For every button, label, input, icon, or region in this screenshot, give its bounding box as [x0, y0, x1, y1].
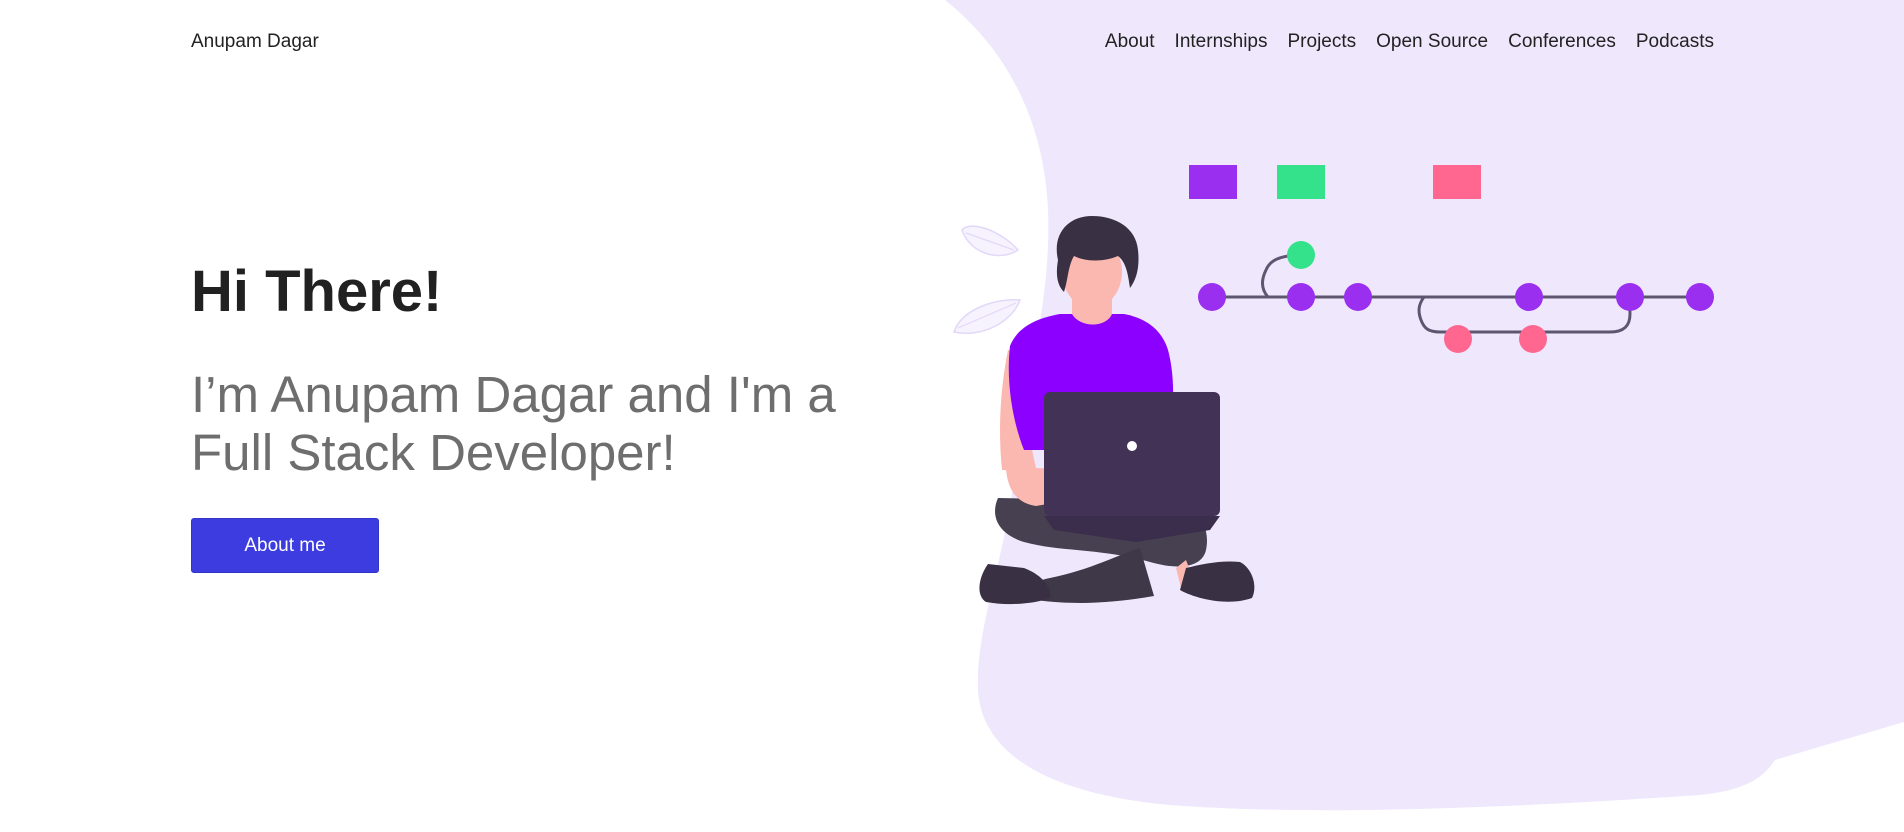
legend-square-pink [1433, 165, 1481, 199]
legend-square-purple [1189, 165, 1237, 199]
nav-links: About Internships Projects Open Source C… [1085, 31, 1714, 53]
nav-link-about[interactable]: About [1105, 31, 1155, 53]
nav-link-projects[interactable]: Projects [1288, 31, 1357, 53]
nav-link-internships[interactable]: Internships [1175, 31, 1268, 53]
hero-subtitle-line-1: I’m Anupam Dagar and I'm a [191, 366, 836, 423]
laptop-logo-icon [1127, 441, 1137, 451]
page: Anupam Dagar About Internships Projects … [0, 0, 1904, 832]
commit-node [1198, 283, 1226, 311]
commit-node [1287, 283, 1315, 311]
commit-node [1519, 325, 1547, 353]
leaf-bottom-icon [953, 299, 1022, 334]
developer-illustration [953, 165, 1714, 605]
commit-node [1287, 241, 1315, 269]
nav-link-podcasts[interactable]: Podcasts [1636, 31, 1714, 53]
commit-node [1686, 283, 1714, 311]
hero-section: Hi There! I’m Anupam Dagar and I'm a Ful… [191, 258, 911, 573]
developer-person [979, 216, 1255, 605]
hero-subtitle: I’m Anupam Dagar and I'm a Full Stack De… [191, 366, 911, 482]
hero-title: Hi There! [191, 259, 443, 324]
top-navbar: Anupam Dagar About Internships Projects … [0, 0, 1904, 88]
hero-subtitle-line-2: Full Stack Developer! [191, 424, 676, 481]
commit-node [1444, 325, 1472, 353]
commit-node [1344, 283, 1372, 311]
commit-node [1616, 283, 1644, 311]
leaf-top-icon [961, 225, 1020, 257]
brand-link[interactable]: Anupam Dagar [191, 31, 319, 53]
commit-node [1515, 283, 1543, 311]
about-me-button[interactable]: About me [191, 518, 379, 573]
nav-link-open-source[interactable]: Open Source [1376, 31, 1488, 53]
legend-square-green [1277, 165, 1325, 199]
nav-link-conferences[interactable]: Conferences [1508, 31, 1616, 53]
laptop-icon [1044, 392, 1220, 516]
